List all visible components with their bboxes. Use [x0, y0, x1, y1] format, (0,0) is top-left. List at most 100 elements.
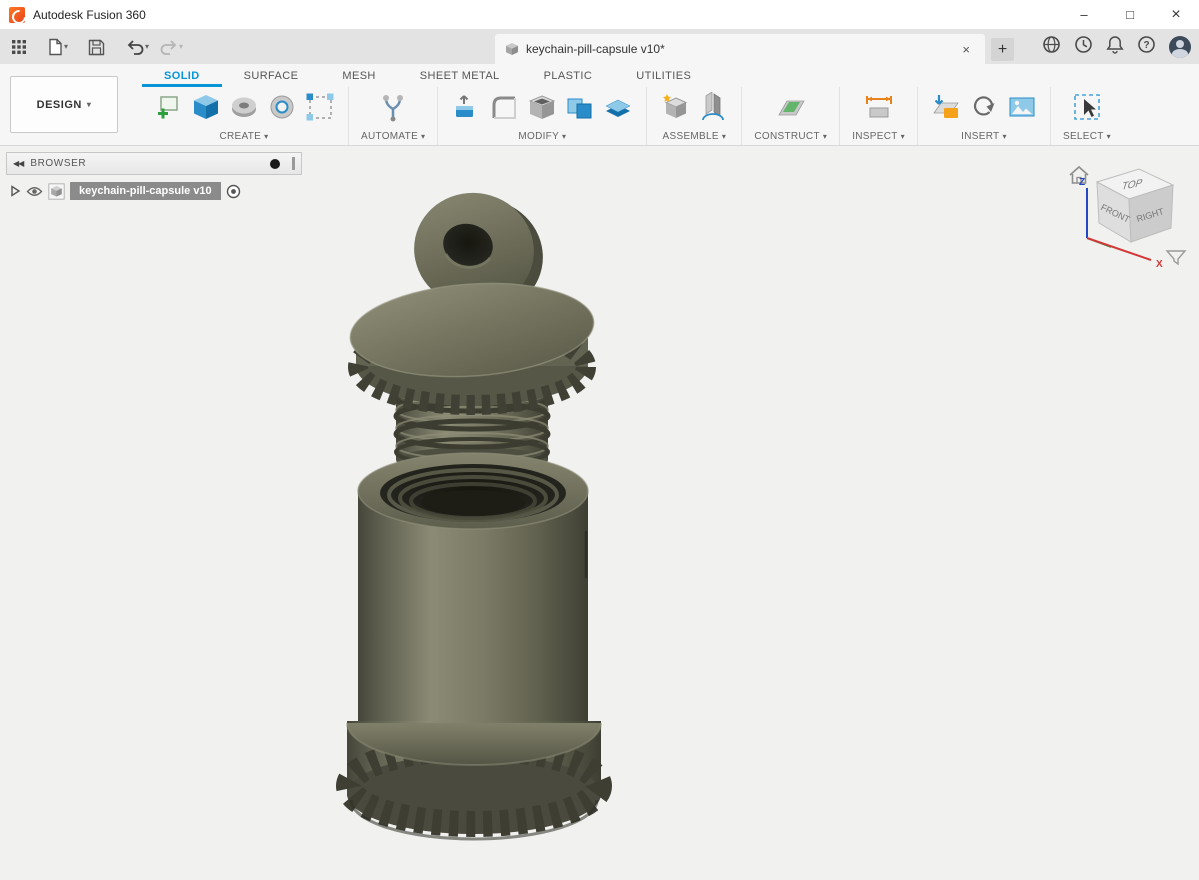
axis-z-label: Z	[1079, 177, 1085, 188]
chevron-down-icon: ▾	[822, 131, 828, 141]
model-3d[interactable]	[0, 146, 1199, 880]
insert-derive-button[interactable]	[968, 91, 1000, 123]
derive-icon	[973, 96, 995, 116]
ribbon-group-select: SELECT ▾	[1051, 87, 1123, 145]
ribbon-toolbar: CREATE ▾ AUTOMATE ▾ MODIFY ▾ ASSEMBLE ▾ …	[140, 87, 1199, 145]
insert-svg-button[interactable]	[930, 91, 962, 123]
svg-text:?: ?	[1143, 40, 1149, 51]
viewcube-cube[interactable]: TOP FRONT RIGHT	[1095, 168, 1175, 243]
save-button[interactable]	[83, 33, 110, 61]
insert-canvas-button[interactable]	[1006, 91, 1038, 123]
collapse-panel-icon[interactable]: ◀◀	[13, 159, 24, 168]
undo-button[interactable]: ▾	[120, 33, 154, 61]
browser-root-item[interactable]: keychain-pill-capsule v10	[6, 180, 302, 202]
automate-button[interactable]	[377, 91, 409, 123]
panel-resize-grip[interactable]	[292, 157, 295, 170]
joint-button[interactable]	[697, 91, 729, 123]
redo-icon	[160, 39, 177, 55]
app-grid-icon	[12, 40, 26, 54]
assemble-menu[interactable]: ASSEMBLE ▾	[663, 131, 727, 142]
chevron-down-icon: ▾	[86, 99, 92, 109]
select-icon	[1074, 94, 1100, 120]
insert-menu[interactable]: INSERT ▾	[961, 131, 1007, 142]
combine-icon	[567, 98, 592, 119]
press-pull-button[interactable]	[450, 91, 482, 123]
quick-access-toolbar: ▾ ▾ ▾ keychain-pill-capsule v10* × + ?	[0, 30, 1199, 64]
model-cap	[348, 282, 596, 415]
insert-svg-icon	[933, 95, 959, 118]
close-button[interactable]: ×	[1153, 0, 1199, 29]
help-icon: ?	[1138, 36, 1155, 53]
tab-plastic[interactable]: PLASTIC	[522, 66, 615, 87]
viewport-canvas[interactable]: ◀◀ BROWSER keychain-pill-capsule v10 TOP…	[0, 146, 1199, 880]
document-tab[interactable]: keychain-pill-capsule v10* ×	[495, 34, 985, 64]
chevron-down-icon: ▾	[179, 42, 184, 51]
workspace-selector[interactable]: DESIGN ▾	[10, 76, 118, 133]
ribbon-group-construct: CONSTRUCT ▾	[742, 87, 841, 145]
chevron-down-icon: ▾	[900, 131, 905, 141]
visibility-eye-icon[interactable]	[26, 185, 43, 198]
shell-button[interactable]	[526, 91, 558, 123]
chevron-down-icon: ▾	[264, 131, 269, 141]
bell-icon	[1106, 36, 1124, 54]
coil-icon	[270, 95, 294, 119]
help-button[interactable]: ?	[1137, 35, 1156, 59]
image-icon	[1009, 97, 1035, 117]
browser-display-toggle-icon[interactable]	[270, 158, 280, 169]
combine-button[interactable]	[564, 91, 596, 123]
globe-icon	[1043, 36, 1060, 53]
create-menu[interactable]: CREATE ▾	[220, 131, 269, 142]
construct-menu[interactable]: CONSTRUCT ▾	[754, 131, 827, 142]
create-box-button[interactable]	[190, 91, 222, 123]
app-grid-button[interactable]	[6, 33, 32, 61]
browser-item-label[interactable]: keychain-pill-capsule v10	[70, 182, 221, 200]
document-tab-close-icon[interactable]: ×	[957, 41, 975, 58]
new-tab-button[interactable]: +	[991, 38, 1014, 61]
split-body-button[interactable]	[602, 91, 634, 123]
fillet-icon	[492, 96, 517, 119]
select-button[interactable]	[1071, 91, 1103, 123]
file-menu-button[interactable]: ▾	[42, 33, 73, 61]
create-revolve-button[interactable]	[228, 91, 260, 123]
press-pull-icon	[456, 95, 474, 117]
create-sketch-button[interactable]	[152, 91, 184, 123]
new-component-icon	[663, 94, 688, 118]
tab-surface[interactable]: SURFACE	[222, 66, 321, 87]
tab-utilities[interactable]: UTILITIES	[614, 66, 713, 87]
chevron-down-icon: ▾	[721, 131, 727, 141]
modify-menu[interactable]: MODIFY ▾	[518, 131, 566, 142]
construct-plane-button[interactable]	[775, 91, 807, 123]
select-menu[interactable]: SELECT ▾	[1063, 131, 1111, 142]
fusion-logo-icon	[9, 6, 25, 23]
activate-component-icon[interactable]	[226, 184, 241, 199]
notifications-button[interactable]	[1106, 35, 1124, 59]
tab-solid[interactable]: SOLID	[142, 66, 222, 87]
create-pattern-button[interactable]	[304, 91, 336, 123]
tab-mesh[interactable]: MESH	[320, 66, 397, 87]
measure-button[interactable]	[863, 91, 895, 123]
minimize-button[interactable]: –	[1061, 0, 1107, 29]
create-coil-button[interactable]	[266, 91, 298, 123]
ribbon-group-modify: MODIFY ▾	[438, 87, 648, 145]
split-body-icon	[605, 99, 631, 117]
inspect-menu[interactable]: INSPECT ▾	[852, 131, 905, 142]
construct-plane-icon	[778, 100, 805, 116]
viewcube[interactable]: TOP FRONT RIGHT Z X	[1061, 154, 1189, 274]
extensions-button[interactable]	[1042, 35, 1061, 59]
window-controls: – □ ×	[1061, 0, 1199, 29]
maximize-button[interactable]: □	[1107, 0, 1153, 29]
chevron-down-icon: ▾	[145, 42, 150, 51]
fillet-button[interactable]	[488, 91, 520, 123]
shell-icon	[529, 95, 556, 119]
job-status-button[interactable]	[1074, 35, 1093, 59]
browser-header: ◀◀ BROWSER	[6, 152, 302, 175]
new-component-button[interactable]	[659, 91, 691, 123]
tab-sheet-metal[interactable]: SHEET METAL	[398, 66, 522, 87]
expand-arrow-icon[interactable]	[9, 185, 21, 197]
redo-button[interactable]: ▾	[154, 33, 188, 61]
avatar[interactable]	[1169, 36, 1191, 58]
automate-menu[interactable]: AUTOMATE ▾	[361, 131, 425, 142]
ribbon-group-automate: AUTOMATE ▾	[349, 87, 439, 145]
viewcube-menu-icon[interactable]	[1165, 250, 1187, 266]
chevron-down-icon: ▾	[1002, 131, 1007, 141]
